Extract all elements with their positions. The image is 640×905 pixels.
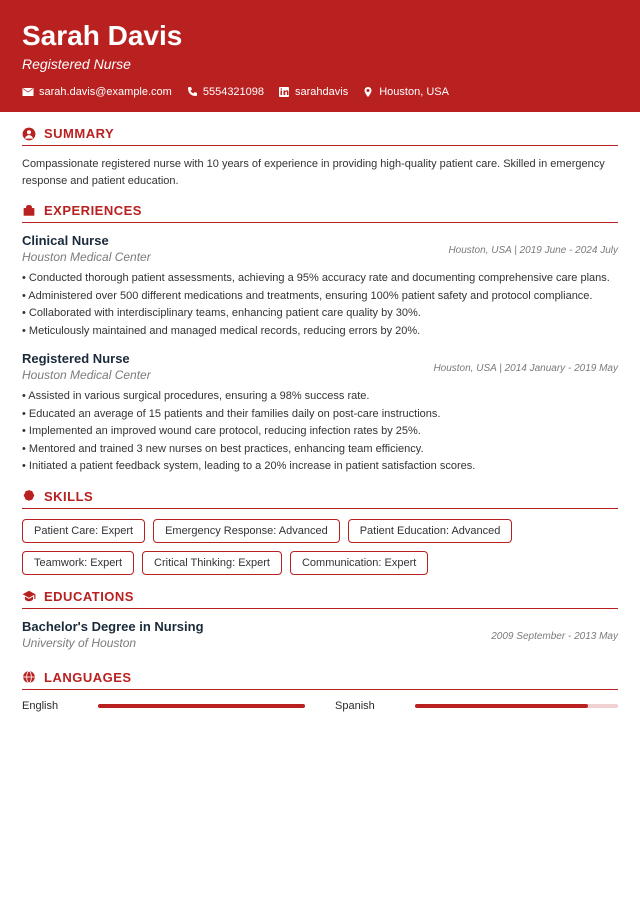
- summary-text: Compassionate registered nurse with 10 y…: [22, 156, 618, 189]
- briefcase-icon: [22, 204, 36, 218]
- languages-header: LANGUAGES: [22, 670, 618, 690]
- linkedin-icon: [278, 86, 290, 98]
- skill-chip: Patient Care: Expert: [22, 519, 145, 543]
- skill-chip: Communication: Expert: [290, 551, 428, 575]
- email-text: sarah.davis@example.com: [39, 86, 172, 98]
- experience-title: Registered Nurse: [22, 351, 151, 366]
- summary-title: SUMMARY: [44, 126, 114, 141]
- experience-block: Clinical Nurse Houston Medical Center Hous…: [22, 233, 618, 339]
- experience-company: Houston Medical Center: [22, 368, 151, 382]
- person-name: Sarah Davis: [22, 20, 618, 52]
- experience-bullet: • Meticulously maintained and managed me…: [22, 323, 618, 340]
- envelope-icon: [22, 86, 34, 98]
- educations-title: EDUCATIONS: [44, 589, 134, 604]
- education-block: Bachelor's Degree in Nursing University …: [22, 619, 618, 656]
- phone-text: 5554321098: [203, 86, 264, 98]
- language-bar: [415, 704, 618, 708]
- skill-chip: Teamwork: Expert: [22, 551, 134, 575]
- language-item: English: [22, 700, 305, 712]
- person-title: Registered Nurse: [22, 56, 618, 72]
- languages-row: English Spanish: [22, 700, 618, 712]
- experience-company: Houston Medical Center: [22, 250, 151, 264]
- person-icon: [22, 127, 36, 141]
- contact-email: sarah.davis@example.com: [22, 86, 172, 98]
- educations-header: EDUCATIONS: [22, 589, 618, 609]
- language-bar: [98, 704, 305, 708]
- experience-bullet: • Assisted in various surgical procedure…: [22, 388, 618, 405]
- experience-bullet: • Implemented an improved wound care pro…: [22, 423, 618, 440]
- skills-row: Patient Care: Expert Emergency Response: …: [22, 519, 618, 575]
- summary-header: SUMMARY: [22, 126, 618, 146]
- experience-bullet: • Initiated a patient feedback system, l…: [22, 458, 618, 475]
- experience-title: Clinical Nurse: [22, 233, 151, 248]
- experience-block: Registered Nurse Houston Medical Center Ho…: [22, 351, 618, 475]
- language-item: Spanish: [335, 700, 618, 712]
- graduation-icon: [22, 589, 36, 603]
- skills-title: SKILLS: [44, 489, 93, 504]
- experience-bullet: • Mentored and trained 3 new nurses on b…: [22, 441, 618, 458]
- phone-icon: [186, 86, 198, 98]
- experiences-title: EXPERIENCES: [44, 203, 142, 218]
- language-name: Spanish: [335, 700, 375, 712]
- education-school: University of Houston: [22, 636, 204, 650]
- skill-chip: Patient Education: Advanced: [348, 519, 513, 543]
- globe-icon: [22, 670, 36, 684]
- skill-chip: Emergency Response: Advanced: [153, 519, 340, 543]
- brain-icon: [22, 489, 36, 503]
- contact-row: sarah.davis@example.com 5554321098 sarah…: [22, 86, 618, 98]
- location-icon: [362, 86, 374, 98]
- languages-title: LANGUAGES: [44, 670, 132, 685]
- education-degree: Bachelor's Degree in Nursing: [22, 619, 204, 634]
- experiences-header: EXPERIENCES: [22, 203, 618, 223]
- language-fill: [415, 704, 588, 708]
- contact-location: Houston, USA: [362, 86, 449, 98]
- experience-bullet: • Conducted thorough patient assessments…: [22, 270, 618, 287]
- education-meta: 2009 September - 2013 May: [491, 631, 618, 642]
- language-fill: [98, 704, 305, 708]
- contact-phone: 5554321098: [186, 86, 264, 98]
- skills-header: SKILLS: [22, 489, 618, 509]
- linkedin-text: sarahdavis: [295, 86, 348, 98]
- resume-content: SUMMARY Compassionate registered nurse w…: [0, 112, 640, 732]
- experience-meta: Houston, USA | 2019 June - 2024 July: [448, 245, 618, 256]
- language-name: English: [22, 700, 58, 712]
- contact-linkedin: sarahdavis: [278, 86, 348, 98]
- experience-bullet: • Collaborated with interdisciplinary te…: [22, 305, 618, 322]
- experience-bullet: • Educated an average of 15 patients and…: [22, 406, 618, 423]
- skill-chip: Critical Thinking: Expert: [142, 551, 282, 575]
- location-text: Houston, USA: [379, 86, 449, 98]
- experience-meta: Houston, USA | 2014 January - 2019 May: [433, 363, 618, 374]
- resume-header: Sarah Davis Registered Nurse sarah.davis…: [0, 0, 640, 112]
- experience-bullet: • Administered over 500 different medica…: [22, 288, 618, 305]
